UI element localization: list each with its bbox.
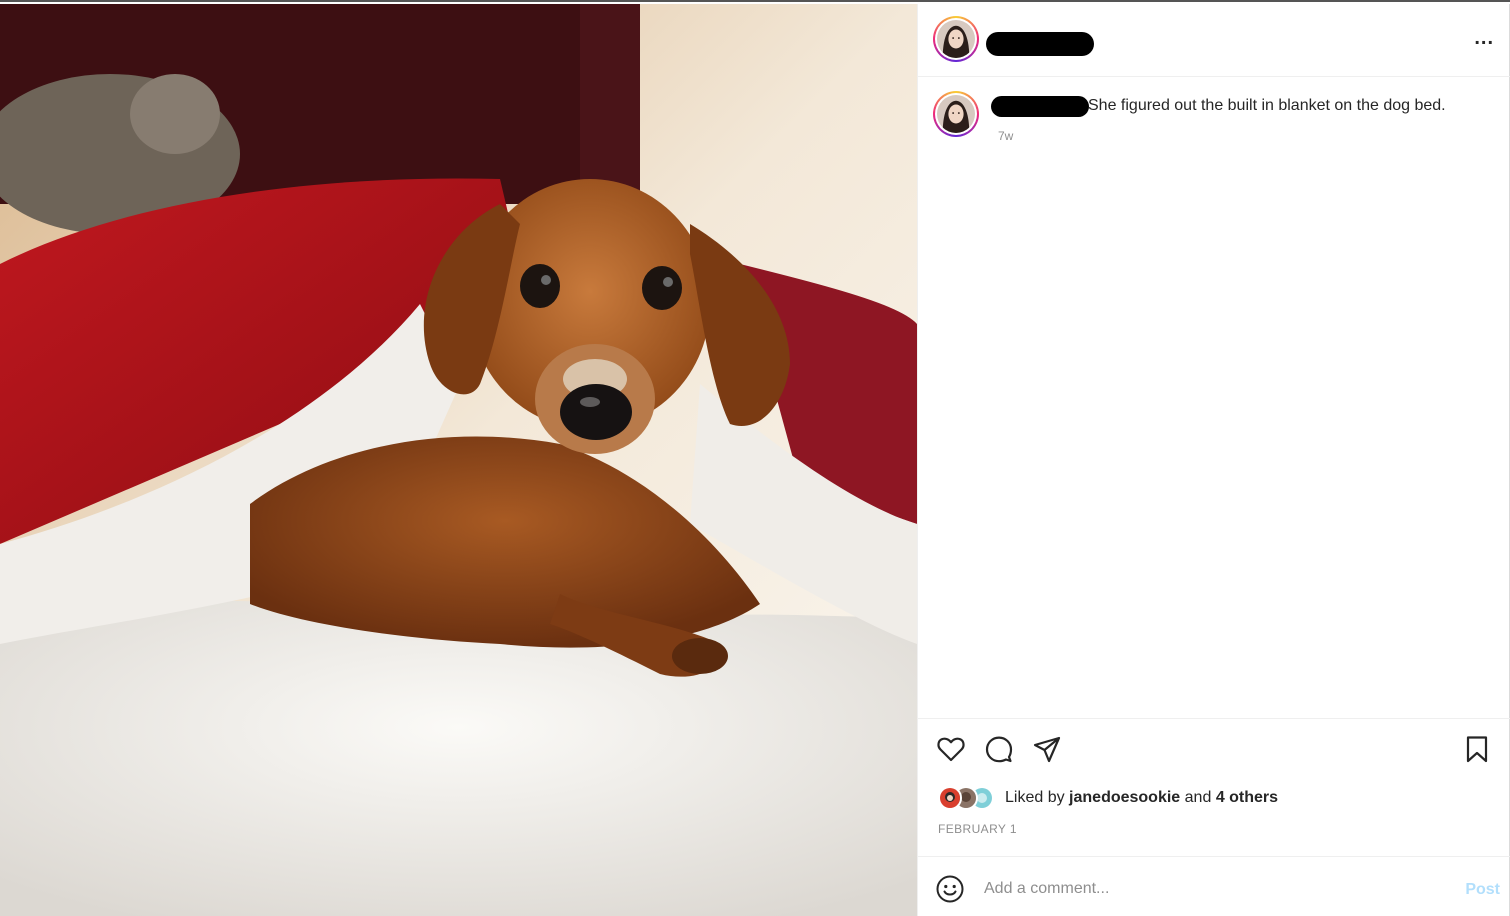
emoji-icon[interactable] <box>935 874 965 904</box>
likes-prefix: Liked by <box>1005 789 1065 806</box>
comment-icon[interactable] <box>984 734 1014 764</box>
window-frame: ... She figured out the built in blanket… <box>0 0 1510 916</box>
post-comment-button[interactable]: Post <box>1465 881 1500 899</box>
profile-avatar-icon[interactable] <box>933 16 979 62</box>
post-photo[interactable] <box>0 4 917 916</box>
bookmark-icon[interactable] <box>1462 734 1492 764</box>
profile-avatar-icon[interactable] <box>933 91 979 137</box>
username-redacted <box>991 96 1089 117</box>
post-time[interactable]: 7w <box>998 129 1013 143</box>
post-details-panel: ... She figured out the built in blanket… <box>917 4 1510 916</box>
more-options-icon[interactable]: ... <box>1474 28 1494 48</box>
likes-row: Liked by janedoesookie and 4 others <box>938 784 1498 812</box>
dachshund-photo <box>0 4 917 916</box>
post-date[interactable]: FEBRUARY 1 <box>938 822 1017 836</box>
divider <box>918 718 1510 719</box>
action-bar <box>936 734 1496 764</box>
likes-and: and <box>1184 789 1212 806</box>
share-icon[interactable] <box>1032 734 1062 764</box>
post-caption: She figured out the built in blanket on … <box>918 77 1510 157</box>
heart-icon[interactable] <box>936 734 966 764</box>
caption-text: She figured out the built in blanket on … <box>1088 97 1446 114</box>
comment-box: Post <box>918 857 1510 916</box>
post-header: ... <box>918 4 1510 77</box>
likes-text: Liked by janedoesookie and 4 others <box>1005 789 1278 807</box>
liker-username-link[interactable]: janedoesookie <box>1069 789 1180 806</box>
others-link[interactable]: 4 others <box>1216 789 1278 806</box>
username-redacted <box>986 32 1094 56</box>
liker-avatar[interactable] <box>938 786 962 810</box>
comment-input[interactable] <box>984 875 1424 903</box>
